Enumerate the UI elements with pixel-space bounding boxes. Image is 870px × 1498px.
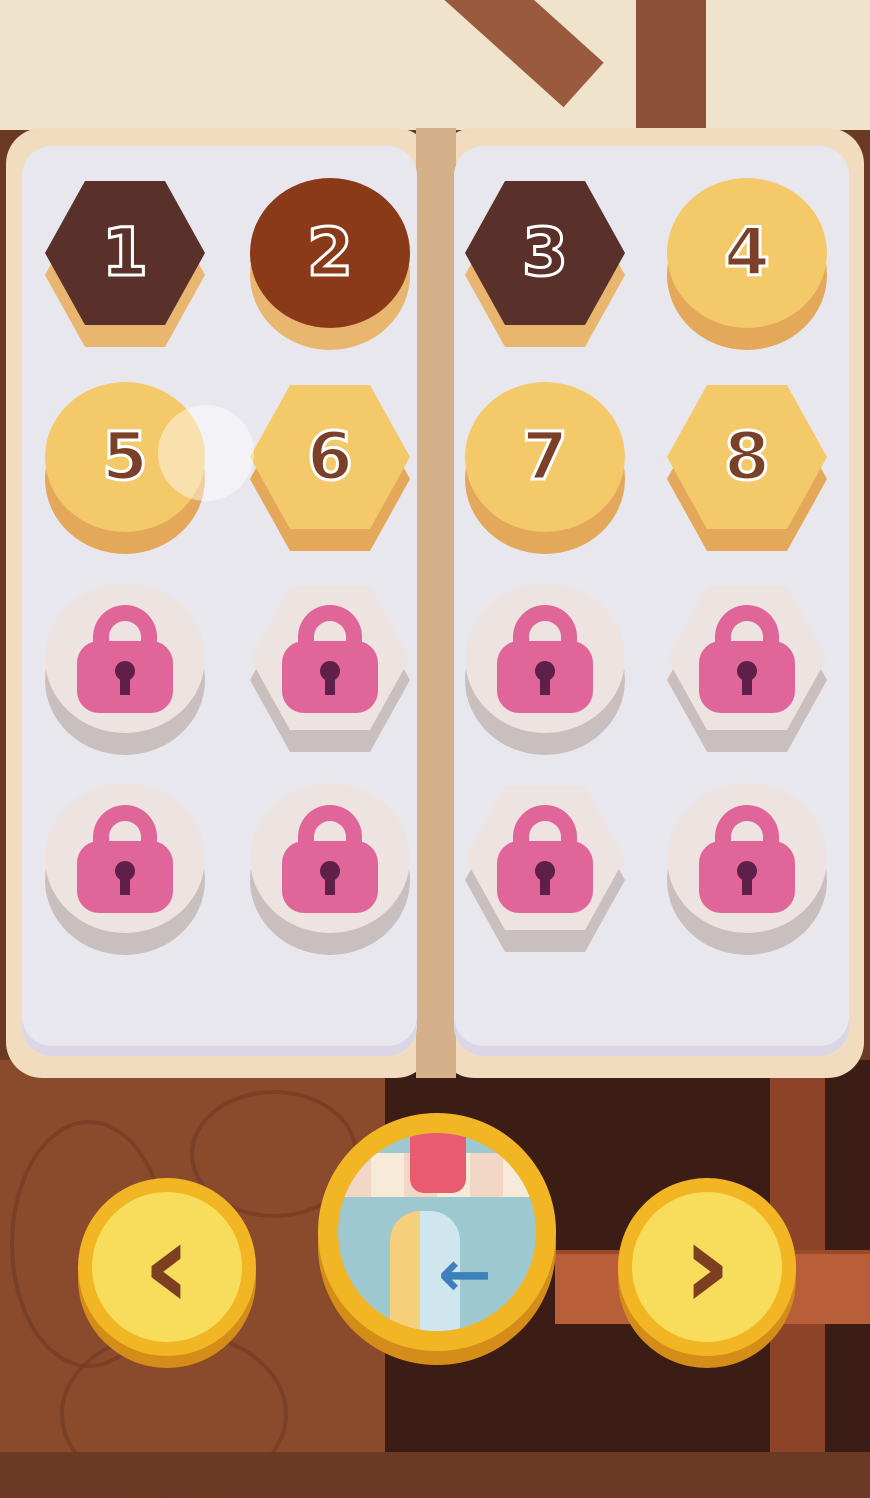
level-button-locked[interactable] <box>662 783 832 955</box>
level-token: 7 <box>465 382 625 532</box>
book-spine <box>416 128 456 1078</box>
level-button-locked[interactable] <box>460 783 630 953</box>
lock-icon <box>497 803 593 913</box>
lock-icon <box>699 803 795 913</box>
level-button-locked[interactable] <box>40 783 210 955</box>
lock-icon <box>77 603 173 713</box>
level-button-locked[interactable] <box>662 583 832 753</box>
level-number: 4 <box>723 214 772 291</box>
level-number: 7 <box>521 418 570 495</box>
level-token <box>45 783 205 933</box>
lock-icon <box>282 603 378 713</box>
level-number: 1 <box>101 214 150 291</box>
level-token <box>45 583 205 733</box>
chevron-left-icon: ‹ <box>92 1192 242 1342</box>
level-button-1[interactable]: 1 <box>40 178 210 348</box>
level-button-locked[interactable] <box>245 783 415 955</box>
level-button-locked[interactable] <box>460 583 630 755</box>
level-token <box>667 783 827 933</box>
shop-exit-icon: ← <box>338 1133 536 1331</box>
next-page-button[interactable]: › <box>618 1178 796 1356</box>
background-wall <box>0 0 870 130</box>
level-token <box>465 583 625 733</box>
level-button-locked[interactable] <box>245 583 415 753</box>
lock-icon <box>497 603 593 713</box>
wooden-post <box>636 0 706 135</box>
touch-indicator <box>158 405 254 501</box>
level-token: 4 <box>667 178 827 328</box>
level-button-2[interactable]: 2 <box>245 178 415 350</box>
level-token <box>250 783 410 933</box>
level-button-8[interactable]: 8 <box>662 382 832 552</box>
level-number: 8 <box>723 418 772 495</box>
level-number: 6 <box>306 418 355 495</box>
level-number: 3 <box>521 214 570 291</box>
lock-icon <box>699 603 795 713</box>
shop-exit-button[interactable]: ← <box>318 1113 556 1351</box>
prev-page-button[interactable]: ‹ <box>78 1178 256 1356</box>
chevron-right-icon: › <box>632 1192 782 1342</box>
level-button-3[interactable]: 3 <box>460 178 630 348</box>
level-button-locked[interactable] <box>40 583 210 755</box>
level-token: 2 <box>250 178 410 328</box>
shop-awning-top <box>410 1133 466 1193</box>
level-button-7[interactable]: 7 <box>460 382 630 554</box>
lock-icon <box>282 803 378 913</box>
level-button-6[interactable]: 6 <box>245 382 415 552</box>
arrow-left-icon: ← <box>438 1238 492 1312</box>
level-button-4[interactable]: 4 <box>662 178 832 350</box>
level-number: 5 <box>101 418 150 495</box>
lock-icon <box>77 803 173 913</box>
level-number: 2 <box>306 214 355 291</box>
